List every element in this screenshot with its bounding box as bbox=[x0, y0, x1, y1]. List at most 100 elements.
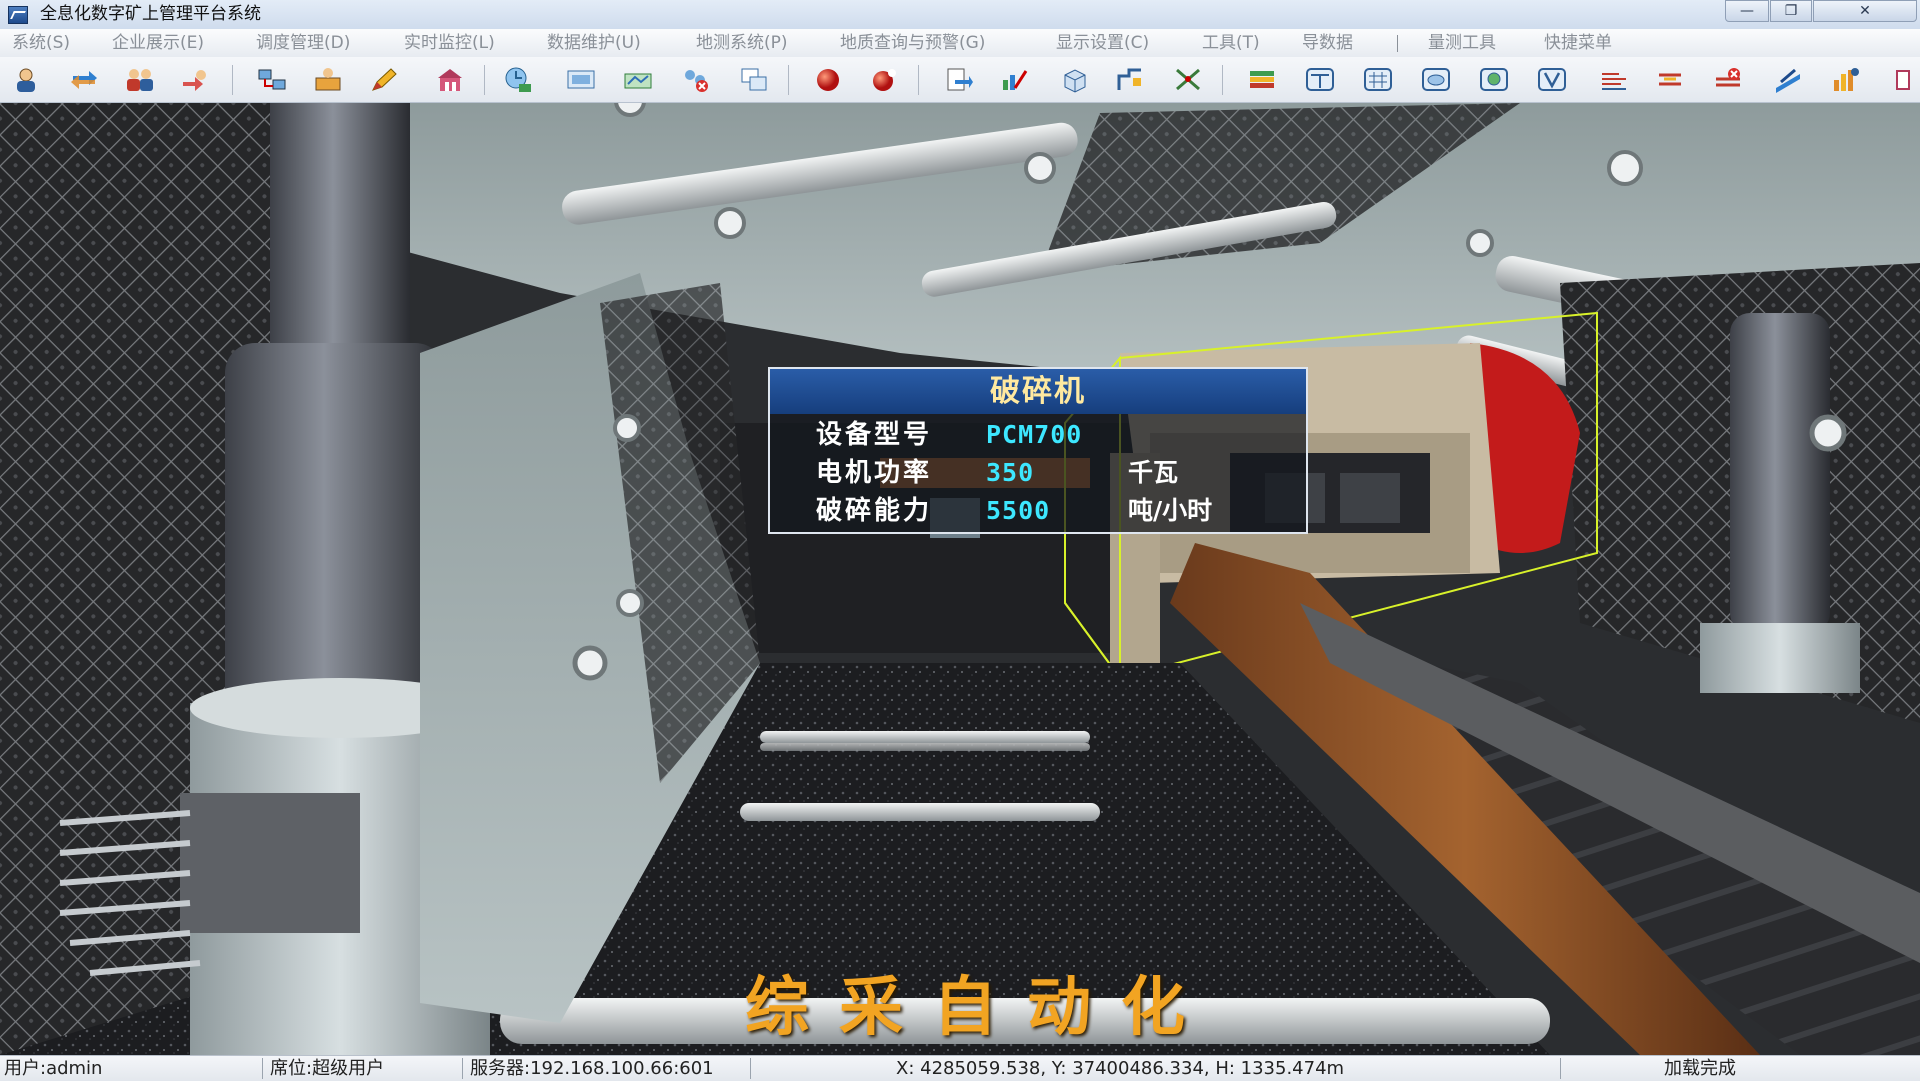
toolbar-button[interactable] bbox=[1302, 63, 1338, 96]
toolbar-button[interactable] bbox=[678, 63, 714, 96]
cross-tools-icon bbox=[1173, 66, 1203, 93]
toolbar-button[interactable] bbox=[1170, 63, 1206, 96]
toolbar-divider bbox=[788, 65, 789, 95]
menu-data[interactable]: 数据维护(U) bbox=[547, 32, 641, 54]
toolbar-button[interactable] bbox=[1652, 63, 1688, 96]
cloud-frame-icon bbox=[1421, 66, 1451, 93]
globe-frame-icon bbox=[1479, 66, 1509, 93]
toolbar-button[interactable] bbox=[1596, 63, 1632, 96]
users-group-icon bbox=[125, 66, 155, 93]
menu-measure[interactable]: 量测工具 bbox=[1428, 32, 1496, 54]
layers-icon bbox=[1247, 66, 1277, 93]
striped-lines-icon bbox=[1599, 66, 1629, 93]
grid-frame-icon bbox=[1363, 66, 1393, 93]
menu-geology[interactable]: 地质查询与预警(G) bbox=[840, 32, 985, 54]
toolbar-button[interactable] bbox=[1888, 63, 1916, 96]
overflow-icon bbox=[1891, 66, 1911, 93]
status-role: 席位:超级用户 bbox=[270, 1058, 385, 1079]
toolbar-divider bbox=[1222, 65, 1223, 95]
menu-monitor[interactable]: 实时监控(L) bbox=[404, 32, 495, 54]
popup-label-power: 电机功率 bbox=[816, 458, 933, 488]
plane-icon bbox=[1773, 66, 1803, 93]
toolbar-button[interactable] bbox=[500, 63, 536, 96]
menu-shortcut[interactable]: 快捷菜单 bbox=[1544, 32, 1612, 54]
menu-survey[interactable]: 地测系统(P) bbox=[696, 32, 788, 54]
toolbar-button[interactable] bbox=[178, 63, 214, 96]
toolbar-divider bbox=[484, 65, 485, 95]
delete-nodes-icon bbox=[681, 66, 711, 93]
popup-value-power: 350 bbox=[986, 458, 1035, 487]
globe-clock-icon bbox=[503, 66, 533, 93]
window-title: 全息化数字矿上管理平台系统 bbox=[40, 4, 261, 24]
toolbar-button[interactable] bbox=[810, 63, 846, 96]
title-bar: 全息化数字矿上管理平台系统 — ❐ ✕ bbox=[0, 0, 1920, 30]
building-icon bbox=[435, 66, 465, 93]
menu-system[interactable]: 系统(S) bbox=[12, 32, 70, 54]
toolbar-button[interactable] bbox=[122, 63, 158, 96]
toolbar-button[interactable] bbox=[1244, 63, 1280, 96]
menu-display[interactable]: 显示设置(C) bbox=[1056, 32, 1149, 54]
toolbar-button[interactable] bbox=[1828, 63, 1864, 96]
menu-export[interactable]: 导数据 bbox=[1302, 32, 1353, 54]
toolbar-button[interactable] bbox=[620, 63, 656, 96]
toolbar-divider bbox=[918, 65, 919, 95]
monitor-person-icon bbox=[313, 66, 343, 93]
pen-icon bbox=[369, 66, 399, 93]
3d-viewport[interactable]: 破碎机 设备型号 PCM700 电机功率 350 千瓦 破碎能力 5500 吨/… bbox=[0, 103, 1920, 1055]
app-icon bbox=[8, 6, 28, 24]
status-load-state: 加载完成 bbox=[1664, 1058, 1736, 1079]
minimize-button[interactable]: — bbox=[1725, 0, 1769, 22]
toolbar-button[interactable] bbox=[1112, 63, 1148, 96]
status-divider bbox=[262, 1058, 263, 1079]
measure-icon bbox=[1115, 66, 1145, 93]
status-divider bbox=[462, 1058, 463, 1079]
toolbar-button[interactable] bbox=[736, 63, 772, 96]
toolbar-button[interactable] bbox=[254, 63, 290, 96]
status-coordinates: X: 4285059.538, Y: 37400486.334, H: 1335… bbox=[896, 1058, 1345, 1079]
popup-value-model: PCM700 bbox=[986, 420, 1083, 449]
close-button[interactable]: ✕ bbox=[1813, 0, 1917, 22]
toolbar-button[interactable] bbox=[310, 63, 346, 96]
tunnel-section-icon bbox=[1305, 66, 1335, 93]
toolbar bbox=[0, 57, 1920, 103]
maximize-button[interactable]: ❐ bbox=[1770, 0, 1812, 22]
network-icon bbox=[257, 66, 287, 93]
toolbar-button[interactable] bbox=[8, 63, 44, 96]
copy-window-icon bbox=[739, 66, 769, 93]
toolbar-button[interactable] bbox=[66, 63, 102, 96]
status-server: 服务器:192.168.100.66:601 bbox=[470, 1058, 714, 1079]
mine-scene-render bbox=[0, 103, 1920, 1055]
display-icon bbox=[566, 66, 596, 93]
cube-view-icon bbox=[1059, 66, 1089, 93]
status-bar: 用户:admin 席位:超级用户 服务器:192.168.100.66:601 … bbox=[0, 1055, 1920, 1081]
popup-label-model: 设备型号 bbox=[816, 420, 933, 450]
delete-lines-icon bbox=[1713, 66, 1743, 93]
toolbar-button[interactable] bbox=[563, 63, 599, 96]
toolbar-button[interactable] bbox=[1056, 63, 1092, 96]
user-icon bbox=[11, 66, 41, 93]
toolbar-button[interactable] bbox=[432, 63, 468, 96]
toolbar-button[interactable] bbox=[1476, 63, 1512, 96]
toolbar-button[interactable] bbox=[1770, 63, 1806, 96]
toolbar-button[interactable] bbox=[1534, 63, 1570, 96]
transfer-icon bbox=[181, 66, 211, 93]
menu-tools[interactable]: 工具(T) bbox=[1202, 32, 1260, 54]
toolbar-button[interactable] bbox=[1710, 63, 1746, 96]
v-frame-icon bbox=[1537, 66, 1567, 93]
toolbar-button[interactable] bbox=[996, 63, 1032, 96]
popup-title: 破碎机 bbox=[990, 374, 1086, 409]
toolbar-button[interactable] bbox=[1360, 63, 1396, 96]
menu-bar: 系统(S) 企业展示(E) 调度管理(D) 实时监控(L) 数据维护(U) 地测… bbox=[0, 29, 1920, 58]
toolbar-button[interactable] bbox=[866, 63, 902, 96]
toolbar-button[interactable] bbox=[940, 63, 976, 96]
menu-enterprise[interactable]: 企业展示(E) bbox=[112, 32, 204, 54]
document-arrow-icon bbox=[943, 66, 973, 93]
double-lines-icon bbox=[1655, 66, 1685, 93]
red-sphere-icon bbox=[813, 66, 843, 93]
equipment-info-popup: 破碎机 设备型号 PCM700 电机功率 350 千瓦 破碎能力 5500 吨/… bbox=[768, 367, 1308, 534]
bar-chart-icon bbox=[1831, 66, 1861, 93]
toolbar-button[interactable] bbox=[1418, 63, 1454, 96]
menu-dispatch[interactable]: 调度管理(D) bbox=[256, 32, 350, 54]
toolbar-button[interactable] bbox=[366, 63, 402, 96]
popup-header: 破碎机 bbox=[770, 369, 1306, 414]
